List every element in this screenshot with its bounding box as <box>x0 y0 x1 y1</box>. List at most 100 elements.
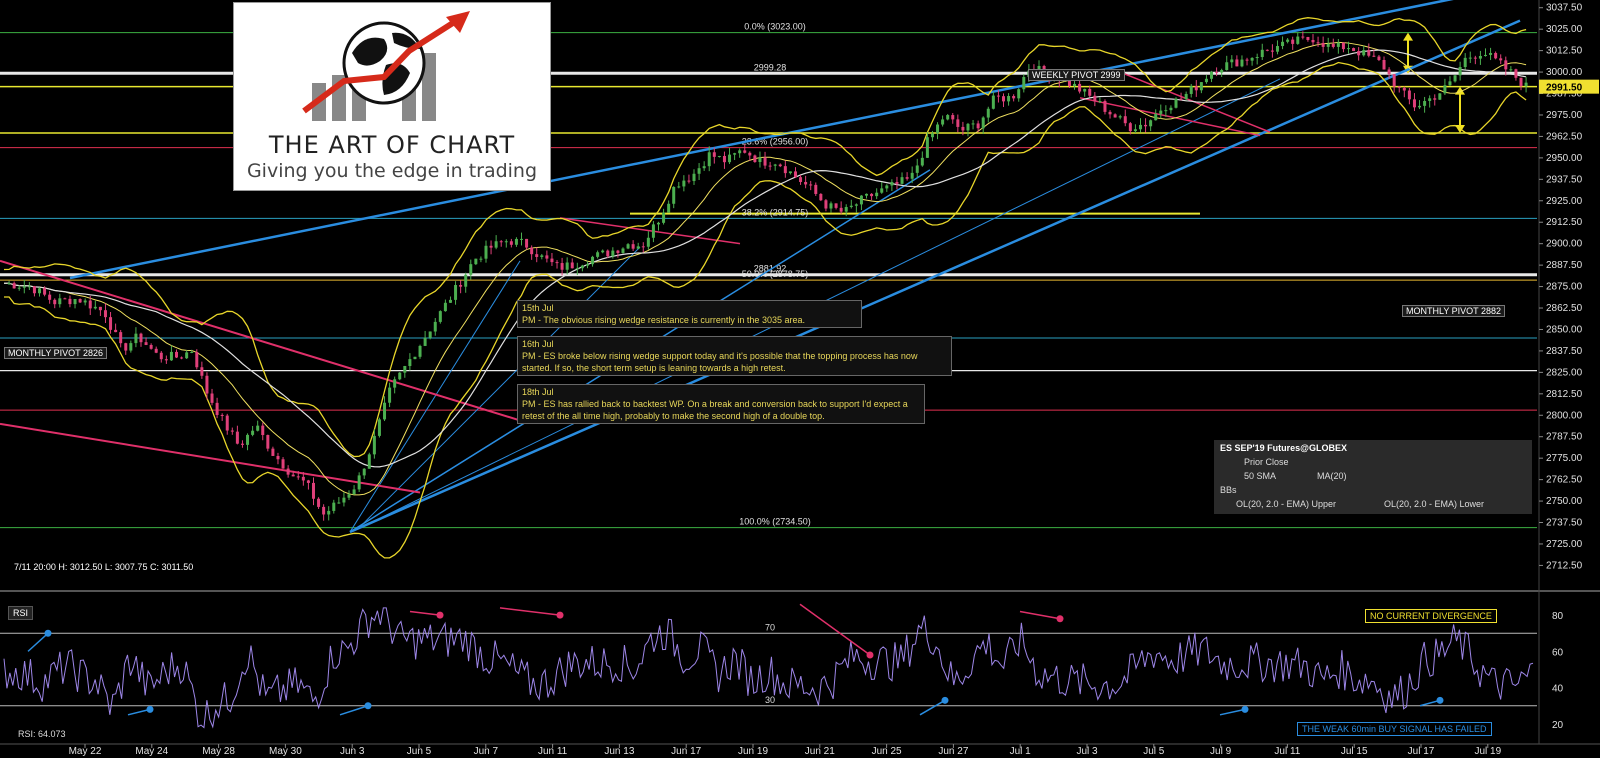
candle-body <box>814 184 818 194</box>
legend-prior-close[interactable]: Prior Close <box>1244 457 1289 467</box>
legend-ma[interactable]: MA(20) <box>1317 471 1347 481</box>
price-tick-label: 2737.50 <box>1546 518 1583 529</box>
candle-body <box>1118 116 1122 118</box>
legend-bb-lower[interactable]: OL(20, 2.0 - EMA) Lower <box>1384 499 1484 509</box>
candle-body <box>230 430 234 432</box>
candle-body <box>271 448 275 456</box>
candle-body <box>418 345 422 357</box>
candle-body <box>261 425 265 436</box>
candle-body <box>1093 95 1097 102</box>
candle-body <box>920 157 924 166</box>
candle-body <box>215 402 219 415</box>
note-text: PM - The obvious rising wedge resistance… <box>522 315 805 325</box>
candle-body <box>1347 48 1351 50</box>
candle-body <box>702 166 706 169</box>
candle-body <box>73 299 77 305</box>
candle-body <box>296 476 300 478</box>
candle-body <box>357 475 361 490</box>
candle-body <box>251 430 255 435</box>
note-16-jul: 16th Jul PM - ES broke below rising wedg… <box>517 336 952 376</box>
candle-body <box>555 262 559 264</box>
candle-body <box>839 207 843 212</box>
candle-body <box>859 195 863 205</box>
candle-body <box>1438 93 1442 100</box>
rsi-panel-label[interactable]: RSI <box>8 606 34 620</box>
price-tick-label: 2712.50 <box>1546 560 1583 571</box>
candle-body <box>1255 57 1259 59</box>
candle-body <box>1341 42 1345 50</box>
candle-body <box>337 502 341 504</box>
candle-body <box>195 352 199 368</box>
brand-logo: THE ART OF CHART Giving you the edge in … <box>233 2 551 191</box>
candle-body <box>1260 49 1264 58</box>
price-tick-label: 2850.00 <box>1546 324 1583 335</box>
candle-body <box>1220 70 1224 73</box>
chart-legend[interactable]: ES SEP'19 Futures@GLOBEX Prior Close 50 … <box>1214 440 1532 514</box>
candle-body <box>575 268 579 270</box>
candle-body <box>1397 86 1401 88</box>
candle-body <box>1012 95 1016 99</box>
legend-sma[interactable]: 50 SMA <box>1244 471 1276 481</box>
candle-body <box>662 212 666 223</box>
candle-body <box>1483 54 1487 56</box>
candle-body <box>1123 116 1127 124</box>
fib-level-label: 50.0% (2878.75) <box>742 269 809 279</box>
candle-body <box>1423 101 1427 106</box>
candle-body <box>636 246 640 249</box>
divergence-arrow-head <box>866 651 874 659</box>
candle-body <box>591 256 595 265</box>
candle-body <box>966 123 970 131</box>
candle-body <box>114 329 118 333</box>
candle-body <box>880 188 884 193</box>
candle-body <box>728 154 732 163</box>
rsi-tick-label: 60 <box>1552 647 1564 658</box>
candle-body <box>667 203 671 213</box>
candle-body <box>951 115 955 120</box>
candle-body <box>915 165 919 173</box>
candle-body <box>956 119 960 127</box>
candle-body <box>707 152 711 167</box>
candle-body <box>601 250 605 253</box>
candle-body <box>743 150 747 153</box>
candle-body <box>1473 57 1477 59</box>
candle-body <box>7 283 11 285</box>
candle-body <box>428 331 432 338</box>
candle-body <box>646 237 650 247</box>
candle-body <box>1412 99 1416 108</box>
candle-body <box>773 164 777 166</box>
candle-body <box>1184 93 1188 100</box>
candle-body <box>185 352 189 359</box>
candle-body <box>722 155 726 163</box>
price-tick-label: 2862.50 <box>1546 303 1583 314</box>
monthly-pivot-lower-label: MONTHLY PIVOT 2826 <box>4 347 108 359</box>
rsi-tick-label: 40 <box>1552 684 1564 695</box>
candle-body <box>398 372 402 380</box>
candle-body <box>327 510 331 515</box>
candle-body <box>1296 36 1300 44</box>
candle-body <box>413 356 417 360</box>
candle-body <box>1519 77 1523 87</box>
candle-body <box>824 200 828 209</box>
candle-body <box>235 431 239 444</box>
candle-body <box>38 288 42 294</box>
divergence-arrow-head <box>146 705 154 713</box>
candle-body <box>677 186 681 188</box>
rsi-level-label: 70 <box>765 622 775 632</box>
candle-body <box>1007 95 1011 102</box>
price-tick-label: 2887.50 <box>1546 260 1583 271</box>
candle-body <box>1088 88 1092 96</box>
candle-body <box>865 193 869 196</box>
price-tick-label: 3037.50 <box>1546 3 1583 14</box>
candle-body <box>1402 87 1406 91</box>
candle-body <box>941 119 945 125</box>
candle-body <box>109 317 113 330</box>
candle-body <box>1504 60 1508 70</box>
candle-body <box>499 241 503 243</box>
candle-body <box>494 241 498 248</box>
price-tick-label: 2925.00 <box>1546 196 1583 207</box>
candle-body <box>631 244 635 249</box>
candle-body <box>611 250 615 257</box>
legend-bb-upper[interactable]: OL(20, 2.0 - EMA) Upper <box>1236 499 1336 509</box>
candle-body <box>1367 50 1371 56</box>
candle-body <box>616 250 620 253</box>
